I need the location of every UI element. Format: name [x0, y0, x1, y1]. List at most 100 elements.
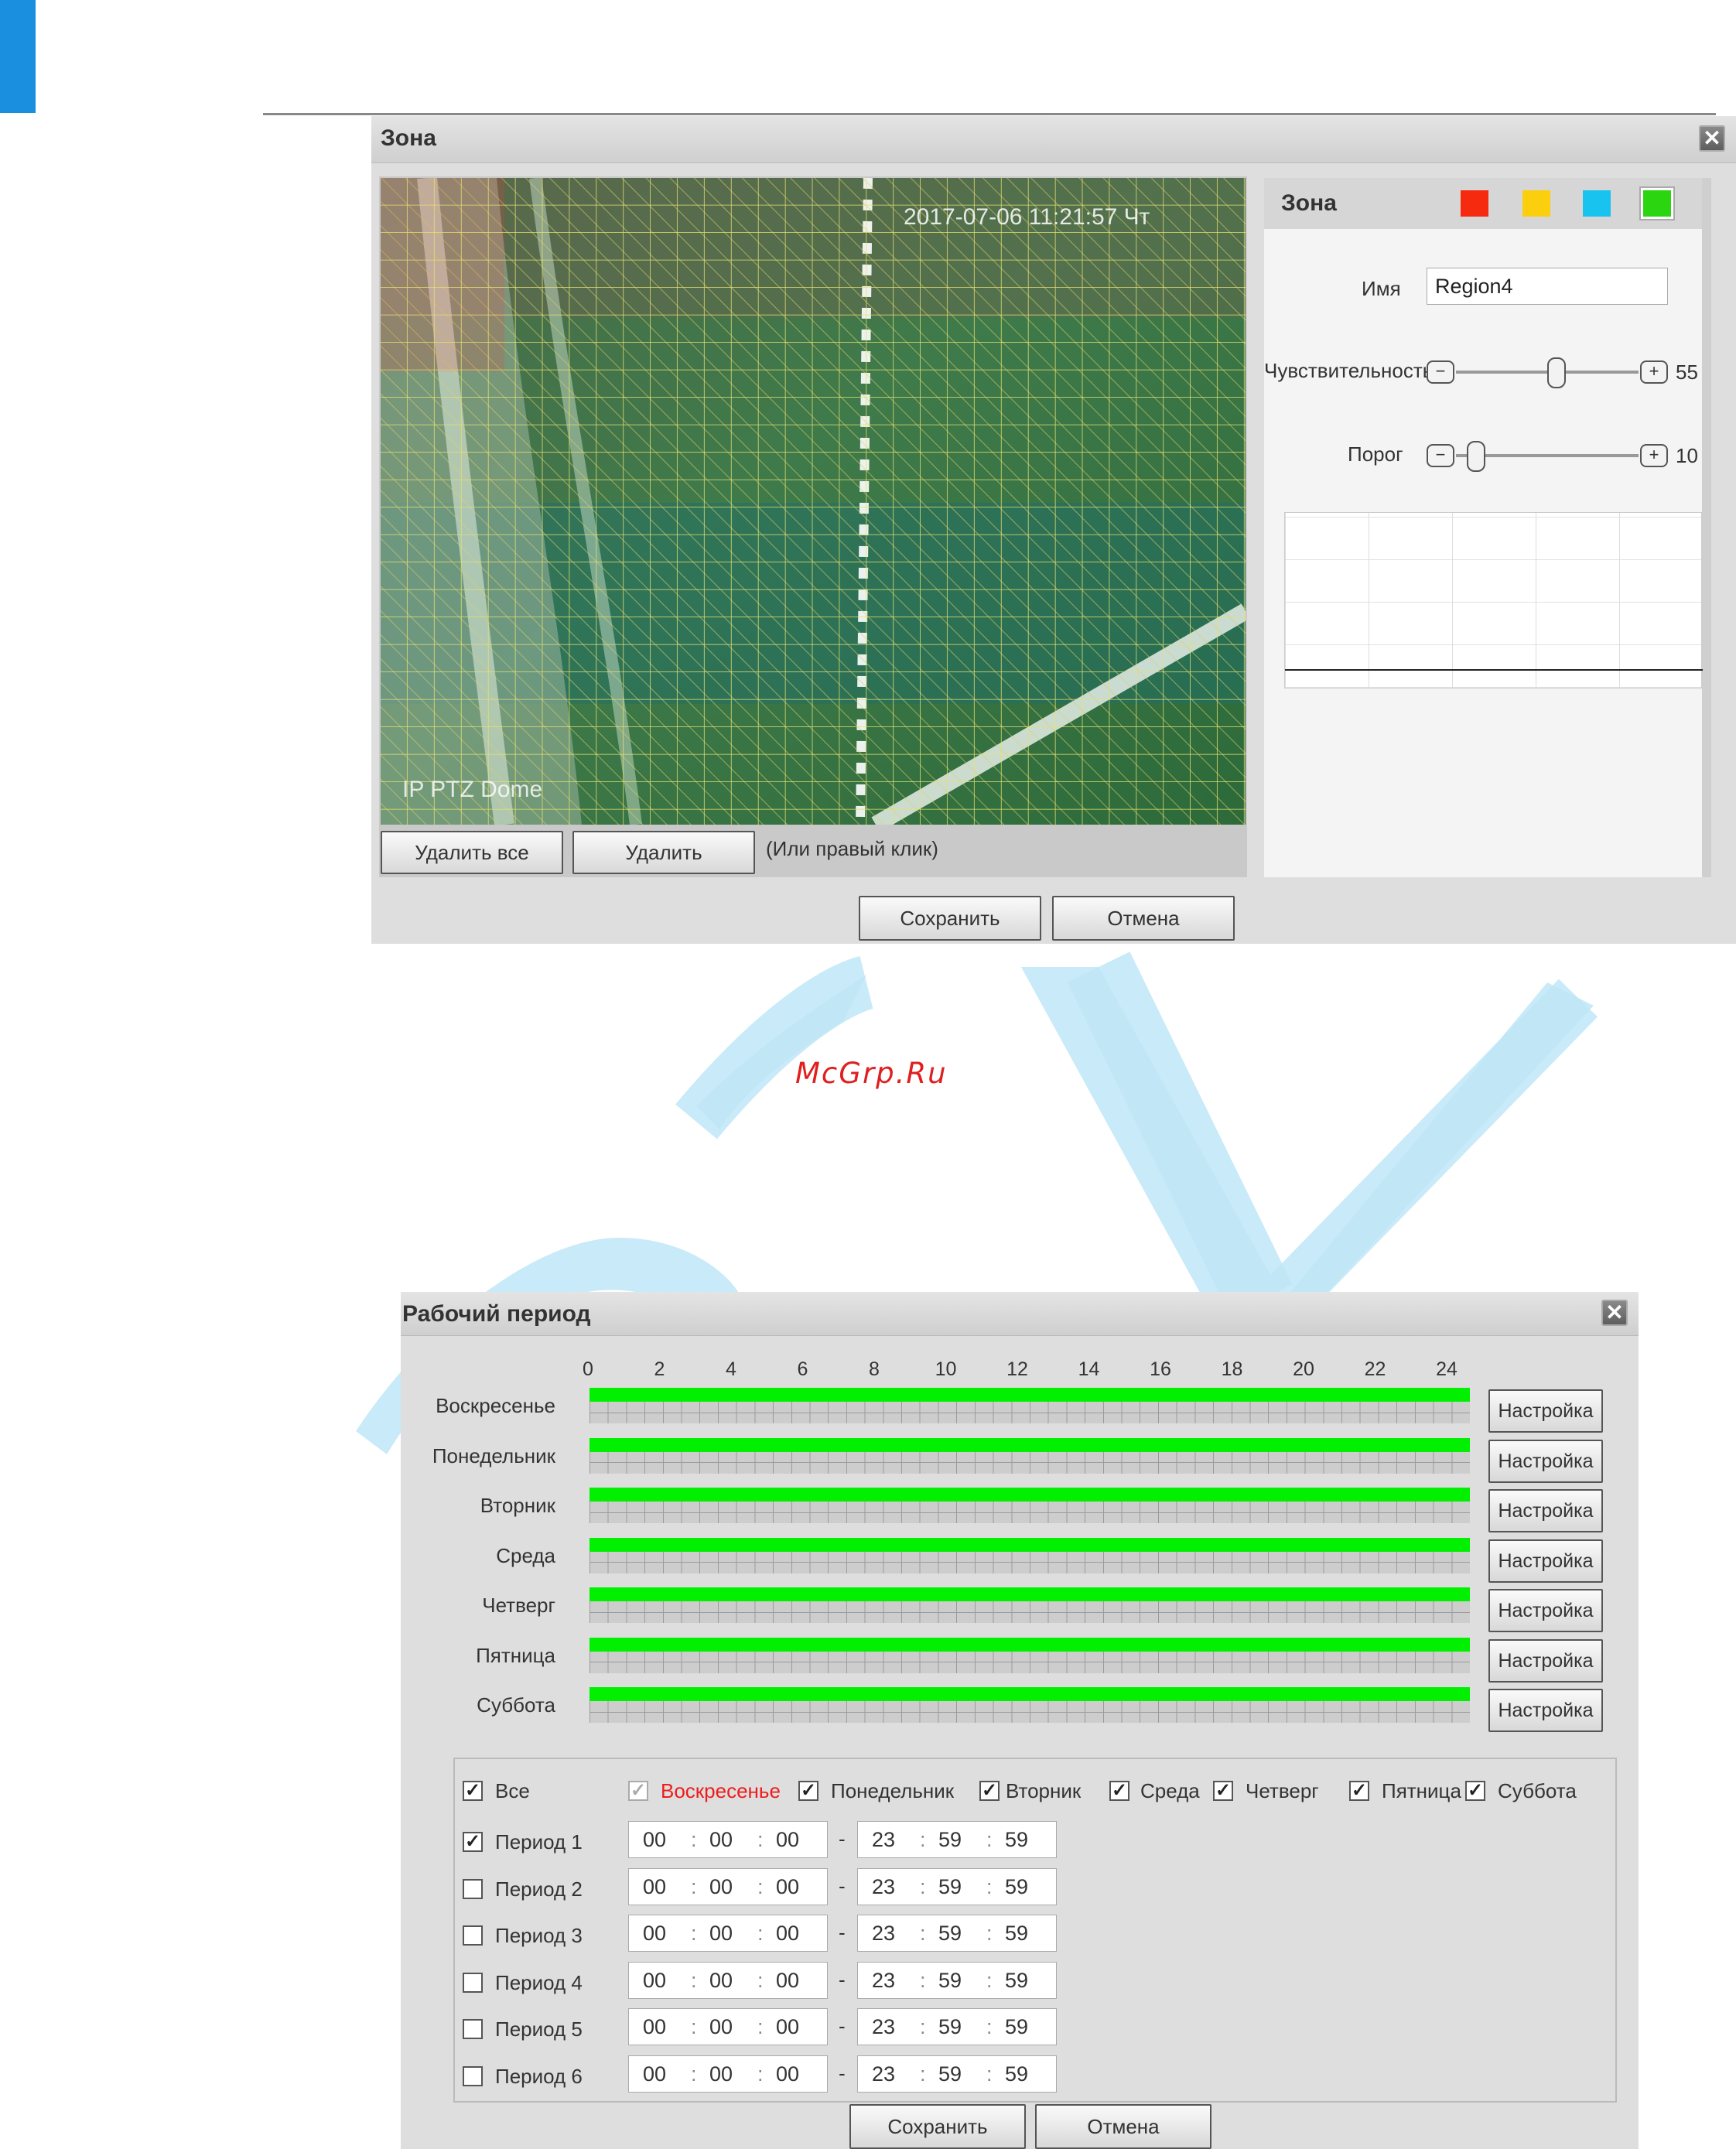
- period-start-time[interactable]: 00 00 00::: [628, 1915, 828, 1952]
- start-field-2[interactable]: 00: [776, 1922, 799, 1946]
- period-start-time[interactable]: 00 00 00::: [628, 2008, 828, 2045]
- zone-cancel-button[interactable]: Отмена: [1052, 896, 1235, 941]
- period-end-time[interactable]: 23 59 59::: [857, 1867, 1057, 1905]
- start-field-1[interactable]: 00: [709, 1828, 733, 1852]
- schedule-row[interactable]: [589, 1637, 1470, 1673]
- period-checkbox[interactable]: [463, 2019, 483, 2039]
- schedule-row[interactable]: [589, 1437, 1470, 1474]
- start-field-0[interactable]: 00: [643, 1828, 666, 1852]
- end-field-2[interactable]: 59: [1005, 1969, 1028, 1993]
- zone-panel-scrollbar[interactable]: [1702, 178, 1711, 877]
- threshold-plus-button[interactable]: +: [1640, 444, 1668, 467]
- period-end-time[interactable]: 23 59 59::: [857, 2055, 1057, 2093]
- close-icon[interactable]: ✕: [1601, 1300, 1628, 1326]
- end-field-1[interactable]: 59: [938, 1828, 962, 1852]
- hour-cells[interactable]: [589, 1451, 1470, 1474]
- day-checkbox-1[interactable]: ✓: [798, 1781, 818, 1801]
- end-field-1[interactable]: 59: [938, 1969, 962, 1993]
- end-field-0[interactable]: 23: [872, 2062, 895, 2086]
- start-field-0[interactable]: 00: [643, 1922, 666, 1946]
- active-period-bar[interactable]: [589, 1388, 1470, 1402]
- start-field-1[interactable]: 00: [709, 2015, 733, 2039]
- active-period-bar[interactable]: [589, 1437, 1470, 1452]
- day-checkbox-0[interactable]: ✓: [628, 1781, 648, 1801]
- day-checkbox-3[interactable]: ✓: [1109, 1781, 1129, 1801]
- start-field-0[interactable]: 00: [643, 1875, 666, 1899]
- setup-button[interactable]: Настройка: [1488, 1439, 1603, 1483]
- end-field-0[interactable]: 23: [872, 1875, 895, 1899]
- all-checkbox[interactable]: ✓: [463, 1781, 483, 1801]
- schedule-row[interactable]: [589, 1537, 1470, 1573]
- day-checkbox-5[interactable]: ✓: [1349, 1781, 1369, 1801]
- period-end-time[interactable]: 23 59 59::: [857, 1915, 1057, 1952]
- zone-color-yellow[interactable]: [1522, 190, 1550, 217]
- zone-color-green[interactable]: [1641, 188, 1673, 219]
- day-checkbox-4[interactable]: ✓: [1213, 1781, 1233, 1801]
- delete-all-button[interactable]: Удалить все: [381, 831, 563, 874]
- period-checkbox[interactable]: [463, 2065, 483, 2086]
- hour-cells[interactable]: [589, 1551, 1470, 1573]
- hour-cells[interactable]: [589, 1601, 1470, 1623]
- sensitivity-plus-button[interactable]: +: [1640, 360, 1668, 384]
- zone-color-red[interactable]: [1461, 190, 1488, 217]
- start-field-0[interactable]: 00: [643, 2015, 666, 2039]
- period-start-time[interactable]: 00 00 00::: [628, 1961, 828, 1999]
- end-field-1[interactable]: 59: [938, 2015, 962, 2039]
- end-field-1[interactable]: 59: [938, 1922, 962, 1946]
- active-period-bar[interactable]: [589, 1488, 1470, 1502]
- active-period-bar[interactable]: [589, 1687, 1470, 1701]
- setup-button[interactable]: Настройка: [1488, 1638, 1603, 1683]
- hour-cells[interactable]: [589, 1701, 1470, 1723]
- period-end-time[interactable]: 23 59 59::: [857, 1821, 1057, 1858]
- start-field-0[interactable]: 00: [643, 2062, 666, 2086]
- end-field-2[interactable]: 59: [1005, 1922, 1028, 1946]
- schedule-row[interactable]: [589, 1488, 1470, 1523]
- setup-button[interactable]: Настройка: [1488, 1689, 1603, 1732]
- end-field-0[interactable]: 23: [872, 1922, 895, 1946]
- setup-button[interactable]: Настройка: [1488, 1589, 1603, 1632]
- sensitivity-slider-thumb[interactable]: [1547, 357, 1566, 388]
- delete-button[interactable]: Удалить: [572, 831, 755, 874]
- period-start-time[interactable]: 00 00 00::: [628, 1867, 828, 1905]
- zone-save-button[interactable]: Сохранить: [859, 896, 1041, 941]
- hour-cells[interactable]: [589, 1502, 1470, 1523]
- start-field-2[interactable]: 00: [776, 1828, 799, 1852]
- start-field-1[interactable]: 00: [709, 1922, 733, 1946]
- end-field-0[interactable]: 23: [872, 2015, 895, 2039]
- start-field-1[interactable]: 00: [709, 2062, 733, 2086]
- day-checkbox-6[interactable]: ✓: [1465, 1781, 1485, 1801]
- sensitivity-minus-button[interactable]: −: [1427, 360, 1454, 384]
- schedule-row[interactable]: [589, 1388, 1470, 1423]
- period-end-time[interactable]: 23 59 59::: [857, 1961, 1057, 1999]
- period-checkbox[interactable]: ✓: [463, 1832, 483, 1852]
- period-checkbox[interactable]: [463, 1972, 483, 1993]
- day-checkbox-2[interactable]: ✓: [979, 1781, 1000, 1801]
- setup-button[interactable]: Настройка: [1488, 1389, 1603, 1433]
- start-field-2[interactable]: 00: [776, 2062, 799, 2086]
- period-checkbox[interactable]: [463, 1878, 483, 1899]
- end-field-2[interactable]: 59: [1005, 1828, 1028, 1852]
- active-period-bar[interactable]: [589, 1587, 1470, 1601]
- end-field-2[interactable]: 59: [1005, 2062, 1028, 2086]
- zone-color-cyan[interactable]: [1583, 190, 1611, 217]
- active-period-bar[interactable]: [589, 1637, 1470, 1652]
- end-field-2[interactable]: 59: [1005, 2015, 1028, 2039]
- schedule-row[interactable]: [589, 1587, 1470, 1623]
- start-field-2[interactable]: 00: [776, 1875, 799, 1899]
- end-field-0[interactable]: 23: [872, 1828, 895, 1852]
- period-end-time[interactable]: 23 59 59::: [857, 2008, 1057, 2045]
- active-period-bar[interactable]: [589, 1537, 1470, 1552]
- hour-cells[interactable]: [589, 1651, 1470, 1673]
- setup-button[interactable]: Настройка: [1488, 1539, 1603, 1583]
- schedule-cancel-button[interactable]: Отмена: [1035, 2104, 1211, 2149]
- start-field-1[interactable]: 00: [709, 1969, 733, 1993]
- end-field-2[interactable]: 59: [1005, 1875, 1028, 1899]
- threshold-slider-thumb[interactable]: [1467, 441, 1485, 472]
- start-field-1[interactable]: 00: [709, 1875, 733, 1899]
- start-field-2[interactable]: 00: [776, 2015, 799, 2039]
- hour-cells[interactable]: [589, 1402, 1470, 1423]
- name-input[interactable]: Region4: [1427, 268, 1668, 305]
- start-field-0[interactable]: 00: [643, 1969, 666, 1993]
- period-start-time[interactable]: 00 00 00::: [628, 1821, 828, 1858]
- schedule-row[interactable]: [589, 1687, 1470, 1723]
